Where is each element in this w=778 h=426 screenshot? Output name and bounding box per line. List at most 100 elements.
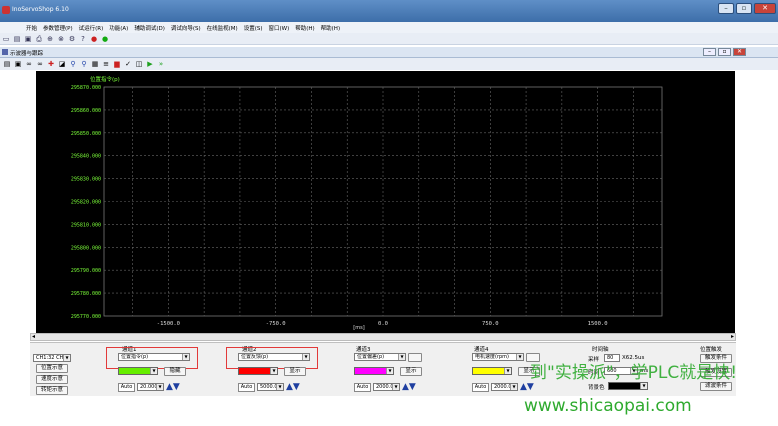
arrow-down-icon[interactable]: ▼: [173, 382, 180, 392]
menu-item-monitor[interactable]: 在线监视(M): [207, 24, 238, 32]
channel-3-color-select[interactable]: ▼: [354, 367, 394, 375]
arrow-down-icon[interactable]: ▼: [527, 382, 534, 392]
run-icon[interactable]: ●: [101, 35, 109, 43]
menu-item-start[interactable]: 开始: [26, 24, 37, 32]
position-view-button[interactable]: 位置示意: [36, 364, 68, 373]
channel-1-offset-arrows[interactable]: ▲▼: [166, 383, 180, 392]
close-button[interactable]: ✕: [754, 3, 776, 14]
channel-2-scale-select[interactable]: 5000.0 ▼: [257, 383, 284, 391]
channel-4-offset-arrows[interactable]: ▲▼: [520, 383, 534, 392]
arrow-down-icon[interactable]: ▼: [409, 382, 416, 392]
save-icon[interactable]: ▣: [24, 35, 32, 43]
chevron-down-icon: ▼: [504, 368, 511, 374]
y-tick-label: 295820.000: [71, 200, 101, 206]
y-tick-label: 295810.000: [71, 222, 101, 228]
channel-2-color-select[interactable]: ▼: [238, 367, 278, 375]
channel-3-show-button[interactable]: 显示: [400, 367, 422, 376]
chevron-down-icon: ▼: [302, 354, 309, 360]
menu-item-trial-run[interactable]: 试运行(R): [79, 24, 104, 32]
measure-icon[interactable]: ◪: [58, 60, 66, 68]
channel-3-scale-select[interactable]: 2000.0 ▼: [373, 383, 400, 391]
menu-item-help-2[interactable]: 帮助(H): [321, 24, 340, 32]
save-file-icon[interactable]: ▣: [14, 60, 22, 68]
print-icon[interactable]: ⎙: [35, 35, 43, 43]
stop-icon[interactable]: ●: [90, 35, 98, 43]
channel-1-signal-select[interactable]: 位置指令(p) ▼: [118, 353, 190, 361]
arrow-up-icon[interactable]: ▲: [402, 382, 409, 392]
channel-2-show-button[interactable]: 显示: [284, 367, 306, 376]
magnify-icon[interactable]: ⚲: [69, 60, 77, 68]
child-minimize-button[interactable]: –: [703, 48, 716, 56]
oscilloscope-title: 示波器与跟踪: [10, 51, 44, 57]
filter-condition-button[interactable]: 滤波条件: [700, 382, 732, 391]
x-tick-label: -1500.0: [157, 321, 180, 327]
plot-scrollbar[interactable]: ◂ ▸: [30, 333, 736, 341]
channel-4-scale-select[interactable]: 2000.0 ▼: [491, 383, 518, 391]
channel-2-offset-arrows[interactable]: ▲▼: [286, 383, 300, 392]
menu-item-window[interactable]: 窗口(W): [268, 24, 289, 32]
new-icon[interactable]: ▭: [2, 35, 10, 43]
zoom-in-icon[interactable]: ∞: [25, 60, 33, 68]
maximize-button[interactable]: ▫: [736, 3, 752, 14]
channel-4-color-select[interactable]: ▼: [472, 367, 512, 375]
settings-icon[interactable]: ⚙: [68, 35, 76, 43]
plot-svg: 295870.000 295860.000 295850.000 295840.000…: [71, 75, 663, 331]
channel-3-extra-button[interactable]: [408, 353, 422, 362]
menu-item-settings[interactable]: 设置(S): [244, 24, 263, 32]
list-icon[interactable]: ≡: [102, 60, 110, 68]
connect-icon[interactable]: ⊕: [46, 35, 54, 43]
image-icon[interactable]: ◫: [135, 60, 143, 68]
trigger-label: 位置触发: [700, 347, 723, 353]
channel-4-signal-select[interactable]: 电机速度(rpm) ▼: [472, 353, 524, 361]
arrow-up-icon[interactable]: ▲: [520, 382, 527, 392]
y-tick-label: 295780.000: [71, 291, 101, 297]
channel-2-auto-button[interactable]: Auto: [238, 383, 255, 392]
arrow-up-icon[interactable]: ▲: [166, 382, 173, 392]
background-color-select[interactable]: ▼: [608, 382, 648, 390]
chevron-down-icon: ▼: [270, 368, 277, 374]
child-window-controls: – ▫ ✕: [703, 48, 746, 56]
child-close-button[interactable]: ✕: [733, 48, 746, 56]
chevron-down-icon: ▼: [510, 384, 517, 390]
torque-view-button[interactable]: 转矩示意: [36, 386, 68, 395]
channel-1-auto-button[interactable]: Auto: [118, 383, 135, 392]
channel-3-auto-button[interactable]: Auto: [354, 383, 371, 392]
oscilloscope-icon: [2, 49, 8, 55]
record-icon[interactable]: ▆: [113, 60, 121, 68]
channel-3-signal-select[interactable]: 位置偏差(p) ▼: [354, 353, 406, 361]
oscilloscope-plot[interactable]: 295870.000 295860.000 295850.000 295840.000…: [36, 71, 735, 333]
channel-3-offset-arrows[interactable]: ▲▼: [402, 383, 416, 392]
child-maximize-button[interactable]: ▫: [718, 48, 731, 56]
open-icon[interactable]: ▤: [13, 35, 21, 43]
disconnect-icon[interactable]: ⊗: [57, 35, 65, 43]
check-icon[interactable]: ✓: [124, 60, 132, 68]
arrow-down-icon[interactable]: ▼: [293, 382, 300, 392]
menu-item-wizard[interactable]: 调试向导(S): [171, 24, 201, 32]
grid-icon[interactable]: ▦: [91, 60, 99, 68]
series-label: 位置指令(p): [90, 75, 120, 83]
menu-item-functions[interactable]: 功能(A): [109, 24, 128, 32]
help-icon[interactable]: ?: [79, 35, 87, 43]
menu-item-help[interactable]: 帮助(H): [295, 24, 314, 32]
open-file-icon[interactable]: ▤: [3, 60, 11, 68]
cursor-icon[interactable]: ✚: [47, 60, 55, 68]
time-axis-label: 时间轴: [592, 347, 609, 353]
zoom-out-icon[interactable]: ∞: [36, 60, 44, 68]
play-icon[interactable]: ▶: [146, 60, 154, 68]
scroll-left-icon[interactable]: ◂: [32, 333, 35, 340]
minimize-button[interactable]: –: [718, 3, 734, 14]
channel-mode-select[interactable]: CH1:32 CH2 ▼: [33, 354, 71, 362]
channel-1-color-select[interactable]: ▼: [118, 367, 158, 375]
speed-view-button[interactable]: 速度示意: [36, 375, 68, 384]
scroll-right-icon[interactable]: ▸: [731, 333, 734, 340]
channel-1-scale-select[interactable]: 20.000 ▼: [137, 383, 164, 391]
menu-item-debug[interactable]: 辅助调试(D): [134, 24, 165, 32]
arrow-up-icon[interactable]: ▲: [286, 382, 293, 392]
channel-4-auto-button[interactable]: Auto: [472, 383, 489, 392]
channel-1-hide-button[interactable]: 隐藏: [164, 367, 186, 376]
y-tick-label: 295790.000: [71, 268, 101, 274]
fast-forward-icon[interactable]: »: [157, 60, 165, 68]
channel-2-signal-select[interactable]: 位置反馈(p) ▼: [238, 353, 310, 361]
menu-item-params[interactable]: 参数管理(P): [43, 24, 73, 32]
magnify-out-icon[interactable]: ⚲: [80, 60, 88, 68]
